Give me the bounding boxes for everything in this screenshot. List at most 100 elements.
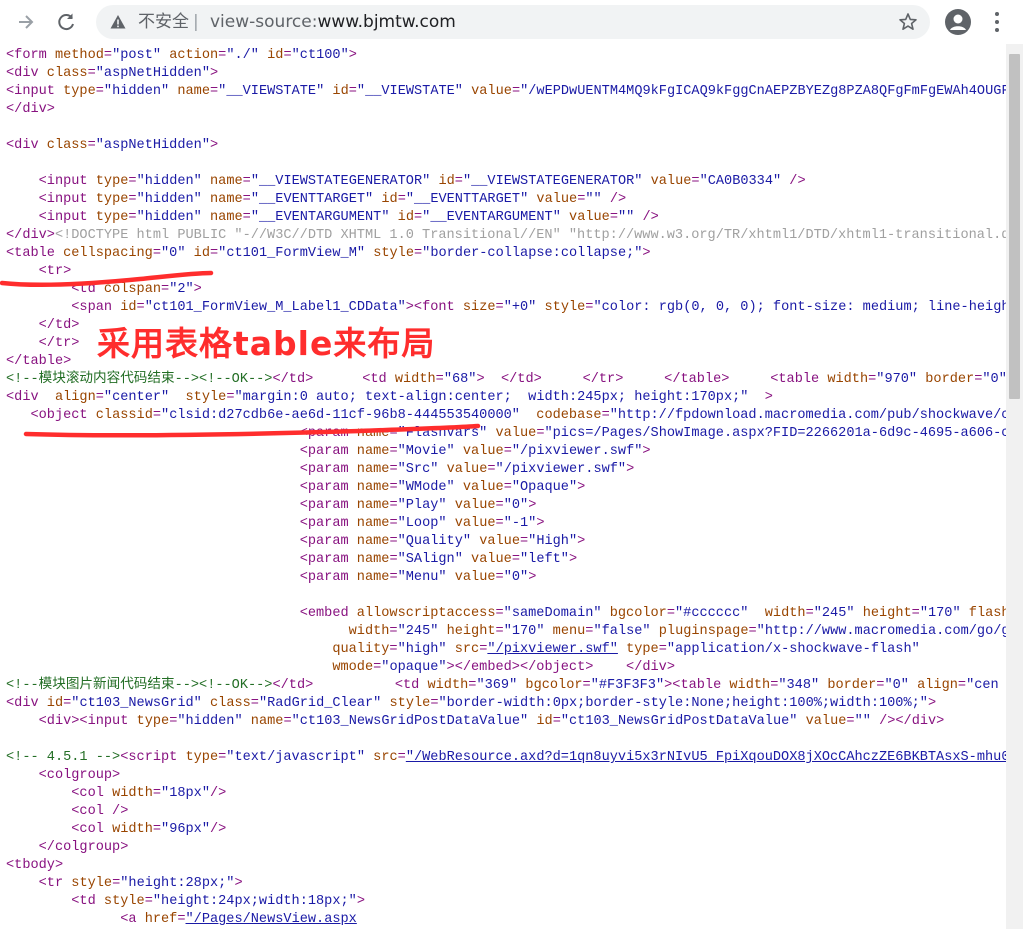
star-icon [899, 13, 917, 30]
source-token: > [528, 498, 537, 513]
source-token: height [446, 624, 496, 639]
source-token: <param [299, 444, 357, 459]
source-token: style [185, 390, 227, 405]
source-token: > [209, 66, 219, 81]
source-token: = [495, 516, 504, 531]
source-token: = [503, 444, 512, 459]
source-token [520, 408, 536, 423]
source-token: "opaque" [381, 660, 447, 675]
source-token [729, 372, 770, 387]
source-token: "false" [593, 624, 651, 639]
source-token: name [356, 480, 390, 495]
source-token: <div><input [38, 714, 137, 729]
source-token: "High" [528, 534, 578, 549]
source-token: = [487, 462, 496, 477]
source-token: <!--模块滚动内容代码结束--><!--OK--> [6, 372, 273, 387]
source-token: "ct103_NewsGrid" [71, 696, 202, 711]
source-token: <input [38, 192, 96, 207]
source-token: = [601, 408, 610, 423]
address-bar[interactable]: 不安全 | view-source:www.bjmtw.com [96, 5, 930, 39]
scrollbar-thumb[interactable] [1009, 54, 1020, 399]
source-token: ><font [405, 300, 463, 315]
source-token: value [479, 534, 520, 549]
source-token: = [658, 642, 667, 657]
source-token: "cen [966, 678, 999, 693]
source-token: </td> [38, 318, 80, 333]
source-token: > [927, 696, 937, 711]
source-token: "color: rgb(0, 0, 0); font-size: medium;… [593, 300, 1006, 315]
vertical-scrollbar[interactable] [1006, 44, 1023, 929]
source-token: = [520, 534, 529, 549]
source-token: <table [770, 372, 828, 387]
browser-menu-button[interactable] [990, 9, 1004, 35]
warning-icon[interactable] [110, 14, 126, 30]
source-token: "0" [982, 372, 1006, 387]
source-line: <span id="ct101_FormView_M_Label1_CDData… [6, 299, 1006, 317]
source-token: value [650, 174, 692, 189]
source-token: name [210, 174, 243, 189]
source-token: "Quality" [397, 534, 472, 549]
source-token: = [389, 498, 398, 513]
source-token: "SAlign" [397, 552, 463, 567]
source-token: "__VIEWSTATE" [218, 84, 325, 99]
profile-icon [945, 9, 971, 35]
source-token: = [283, 48, 292, 63]
source-token: = [748, 624, 757, 639]
source-link[interactable]: "/Pages/NewsView.aspx [186, 912, 357, 927]
source-token: "__EVENTTARGET" [250, 192, 374, 207]
source-token: value [462, 444, 504, 459]
source-token: /> [209, 786, 227, 801]
source-token: "245" [397, 624, 439, 639]
source-token [381, 696, 389, 711]
source-token: = [128, 174, 137, 189]
source-token: value [495, 426, 537, 441]
source-token: type [185, 750, 219, 765]
source-token: = [552, 714, 561, 729]
source-token: <tr> [38, 264, 72, 279]
source-token: align [917, 678, 958, 693]
source-token: name [356, 462, 390, 477]
source-token: name [356, 426, 390, 441]
source-token: style [544, 300, 586, 315]
source-line: <div class="aspNetHidden"> [6, 65, 218, 83]
source-line: <param name="WMode" value="Opaque"> [6, 479, 586, 497]
url-text[interactable]: view-source:www.bjmtw.com [210, 11, 456, 33]
profile-button[interactable] [945, 9, 971, 35]
forward-button[interactable] [14, 10, 38, 34]
source-token: colspan [103, 282, 162, 297]
source-token: <div [6, 390, 55, 405]
source-link[interactable]: "/pixviewer.swf" [487, 642, 618, 657]
source-line: <tr> [6, 263, 72, 281]
source-token: = [242, 174, 251, 189]
source-line: <input type="hidden" name="__VIEWSTATEGE… [6, 173, 806, 191]
source-token: "ct100" [291, 48, 349, 63]
source-token: style [373, 246, 414, 261]
source-token: flashva [968, 606, 1006, 621]
source-token: > [577, 480, 586, 495]
security-status[interactable]: 不安全 [138, 11, 189, 33]
source-token [6, 768, 39, 783]
source-code-view[interactable]: <form method="post" action="./" id="ct10… [0, 44, 1006, 929]
source-token [6, 282, 71, 297]
source-token: "Loop" [397, 516, 447, 531]
source-token: name [177, 84, 210, 99]
source-token: <param [299, 570, 357, 585]
source-token: value [471, 552, 512, 567]
source-token: "2" [169, 282, 194, 297]
source-token: "clsid:d27cdb6e-ae6d-11cf-96b8-444553540… [161, 408, 520, 423]
source-token: = [152, 408, 162, 423]
source-token: type [95, 192, 129, 207]
source-token: </td> [500, 372, 542, 387]
source-token: "http://fpdownload.macromedia.com/pub/sh… [609, 408, 1006, 423]
source-token [6, 786, 71, 801]
bookmark-star-button[interactable] [898, 10, 918, 37]
source-token: class [210, 696, 251, 711]
source-link[interactable]: "/WebResource.axd?d=1qn8uyvi5x3rNIvU5_Fp… [406, 750, 1006, 765]
source-token: id [381, 192, 398, 207]
source-token: "__VIEWSTATEGENERATOR" [462, 174, 643, 189]
source-token: codebase [536, 408, 602, 423]
reload-button[interactable] [54, 10, 78, 34]
source-token [6, 192, 39, 207]
source-token: border [827, 678, 877, 693]
source-token [6, 624, 349, 639]
